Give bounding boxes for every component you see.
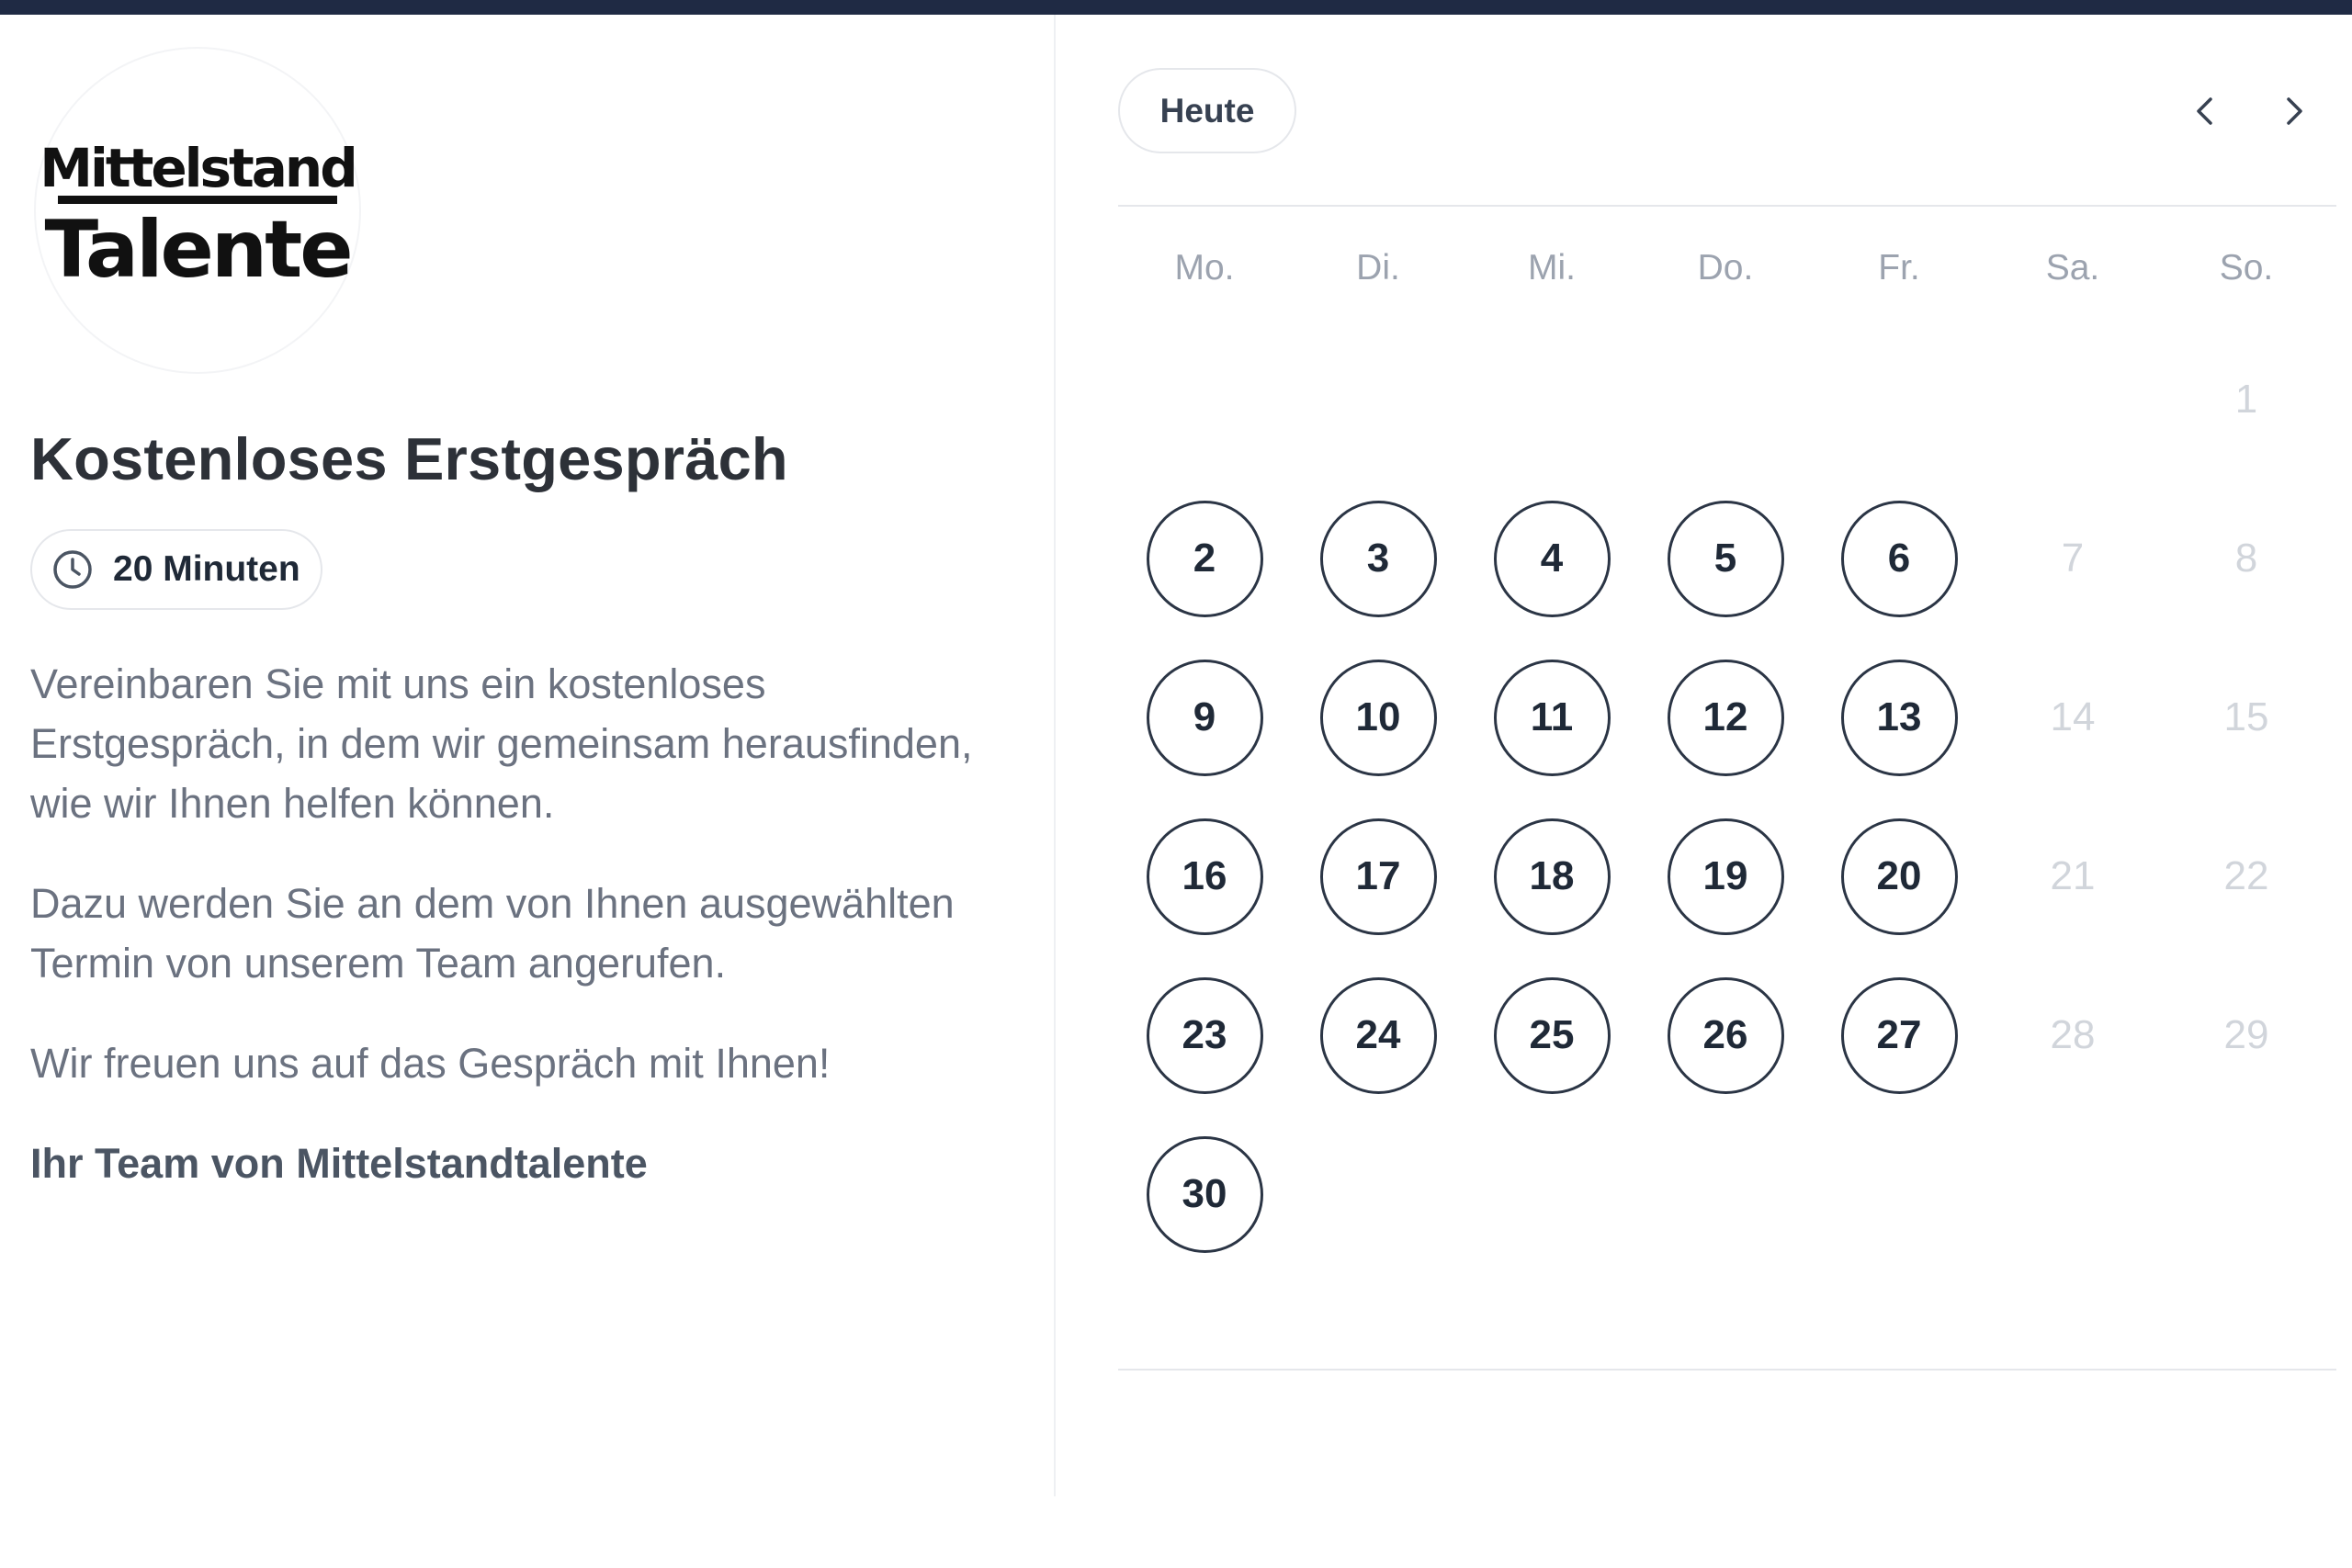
weekday-label: Di. [1356, 248, 1400, 288]
day-button-available[interactable]: 13 [1840, 659, 1958, 776]
day-button-available[interactable]: 24 [1319, 976, 1437, 1094]
top-bar [0, 0, 2352, 15]
panel-divider [1054, 15, 1056, 1496]
next-month-button[interactable] [2262, 79, 2326, 143]
description-paragraph: Dazu werden Sie an dem von Ihnen ausgewä… [30, 880, 955, 987]
day-button-available[interactable]: 10 [1319, 659, 1437, 776]
day-button-available[interactable]: 16 [1146, 818, 1263, 935]
day-button-available[interactable]: 2 [1146, 500, 1263, 617]
day-button-available[interactable]: 27 [1840, 976, 1958, 1094]
day-cell-unavailable: 28 [2050, 1012, 2096, 1057]
weekday-label: Sa. [2045, 248, 2100, 288]
day-button-available[interactable]: 12 [1667, 659, 1784, 776]
day-cell-unavailable: 7 [2061, 536, 2085, 581]
calendar-divider [1118, 205, 2336, 207]
day-button-available[interactable]: 6 [1840, 500, 1958, 617]
day-button-available[interactable]: 11 [1493, 659, 1611, 776]
day-button-available[interactable]: 19 [1667, 818, 1784, 935]
company-logo: Mittelstand Talente Mittelstand Talente [36, 49, 359, 372]
svg-text:Talente: Talente [44, 204, 350, 296]
day-button-available[interactable]: 9 [1146, 659, 1263, 776]
weekday-label: Mo. [1174, 248, 1235, 288]
svg-text:Mittelstand: Mittelstand [40, 137, 355, 199]
duration-badge: 20 Minuten [30, 529, 322, 610]
day-button-available[interactable]: 18 [1493, 818, 1611, 935]
weekday-label: Fr. [1878, 248, 1920, 288]
day-cell-unavailable: 1 [2234, 377, 2258, 422]
description-paragraph: Vereinbaren Sie mit uns ein kostenloses … [30, 660, 973, 827]
day-button-available[interactable]: 17 [1319, 818, 1437, 935]
day-button-available[interactable]: 20 [1840, 818, 1958, 935]
day-cell-unavailable: 15 [2223, 694, 2269, 739]
previous-month-button[interactable] [2173, 79, 2237, 143]
mittelstand-talente-logo: Mittelstand Talente [40, 137, 357, 296]
day-cell-unavailable: 22 [2223, 853, 2269, 898]
clock-icon [53, 550, 92, 589]
today-button[interactable]: Heute [1118, 68, 1296, 153]
day-cell-unavailable: 29 [2223, 1012, 2269, 1057]
day-button-available[interactable]: 5 [1667, 500, 1784, 617]
chevron-right-icon [2287, 97, 2302, 125]
day-button-available[interactable]: 26 [1667, 976, 1784, 1094]
day-button-available[interactable]: 3 [1319, 500, 1437, 617]
weekday-label: Do. [1697, 248, 1754, 288]
event-description: Vereinbaren Sie mit uns ein kostenloses … [30, 654, 986, 1193]
weekday-label: So. [2219, 248, 2274, 288]
day-cell-unavailable: 14 [2050, 694, 2096, 739]
day-button-available[interactable]: 23 [1146, 976, 1263, 1094]
day-button-available[interactable]: 25 [1493, 976, 1611, 1094]
calendar-divider [1118, 1369, 2336, 1371]
day-cell-unavailable: 8 [2234, 536, 2258, 581]
day-button-available[interactable]: 30 [1146, 1135, 1263, 1253]
day-button-available[interactable]: 4 [1493, 500, 1611, 617]
signature: Ihr Team von Mittelstandtalente [30, 1140, 648, 1187]
chevron-left-icon [2197, 97, 2212, 125]
event-title: Kostenloses Erstgespräch [30, 425, 788, 492]
day-cell-unavailable: 21 [2050, 853, 2096, 898]
weekday-label: Mi. [1528, 248, 1576, 288]
description-paragraph: Wir freuen uns auf das Gespräch mit Ihne… [30, 1040, 831, 1087]
duration-label: 20 Minuten [113, 549, 300, 589]
